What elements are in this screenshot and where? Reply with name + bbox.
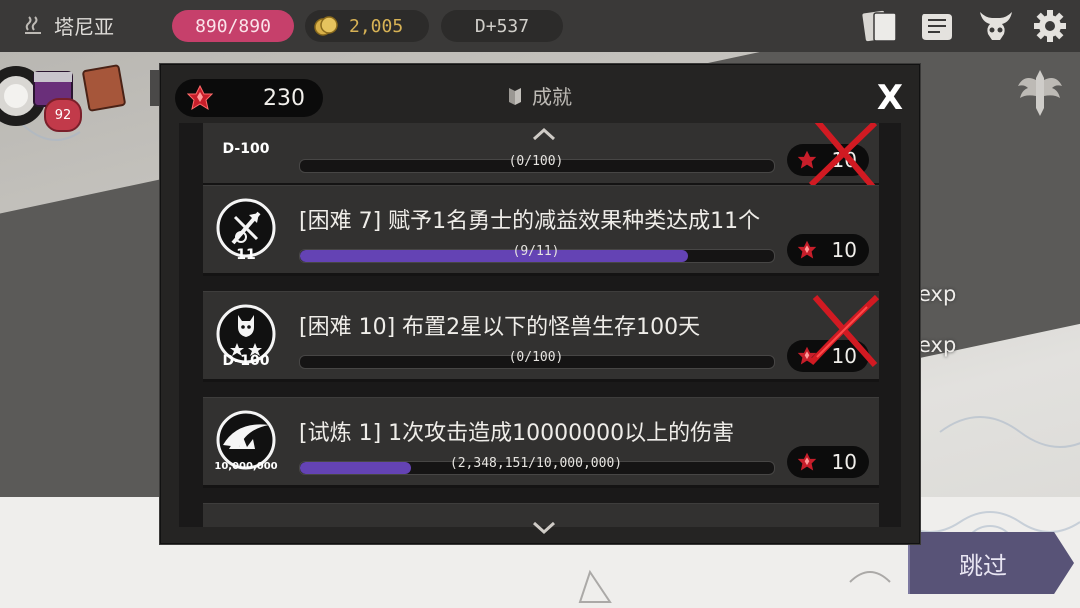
- progress-text: (2,348,151/10,000,000): [449, 456, 623, 471]
- gem-balance: 230: [175, 79, 323, 117]
- day-value: D+537: [474, 15, 530, 37]
- exp-label: exp: [918, 282, 957, 306]
- spellbook-icon: [82, 64, 126, 112]
- hp-value: 890/890: [195, 15, 271, 37]
- achievement-card[interactable]: 10,000,000 [试炼 1] 1次攻击造成10000000以上的伤害 (2…: [203, 397, 879, 488]
- gem-count: 230: [263, 85, 305, 111]
- cards-icon[interactable]: [860, 8, 900, 44]
- level-badge: 92: [44, 98, 82, 132]
- red-gem-icon: [187, 85, 213, 111]
- gold-display: 2,005: [305, 10, 429, 42]
- left-icon-cluster[interactable]: [0, 58, 180, 138]
- location-indicator: 塔尼亚: [20, 11, 114, 40]
- red-gem-icon: [797, 240, 817, 259]
- achievement-card[interactable]: 11 [困难 7] 赋予1名勇士的减益效果种类达成11个 (9/11) 10: [203, 185, 879, 276]
- progress-text: (9/11): [512, 244, 560, 259]
- reward-value: 10: [831, 238, 857, 262]
- progress-text: (0/100): [508, 154, 564, 169]
- top-status-bar: 塔尼亚 890/890 2,005 D+537: [0, 0, 1080, 52]
- reward-value: 10: [831, 450, 857, 474]
- progress-text: (0/100): [508, 350, 564, 365]
- badge-label: D-100: [222, 353, 270, 369]
- close-button[interactable]: X: [873, 81, 907, 115]
- map-scroll-icon[interactable]: [918, 8, 958, 44]
- scroll-up-chevron-icon[interactable]: [531, 127, 557, 141]
- gold-coin-icon: [314, 16, 338, 36]
- level-value: 92: [54, 107, 72, 123]
- badge-label: 10,000,000: [214, 461, 278, 472]
- achievement-task: [试炼 1] 1次攻击造成10000000以上的伤害: [299, 421, 735, 446]
- gear-icon[interactable]: [1030, 8, 1070, 44]
- achievements-modal: 230 成就 X D-100 (0/100) 10 11 [困难 7] 赋予1名…: [160, 64, 920, 544]
- winged-sword-emblem-icon[interactable]: [1014, 66, 1066, 120]
- achievement-list[interactable]: D-100 (0/100) 10 11 [困难 7] 赋予1名勇士的减益效果种类…: [179, 123, 901, 527]
- badge-label: D-100: [222, 141, 270, 157]
- demon-skull-icon[interactable]: [976, 8, 1016, 44]
- reward-pill: 10: [787, 446, 869, 478]
- failed-cross-mark: [808, 294, 879, 367]
- location-name: 塔尼亚: [54, 15, 114, 39]
- reward-pill: 10: [787, 234, 869, 266]
- achievement-task: [困难 10] 布置2星以下的怪兽生存100天: [299, 315, 701, 340]
- hp-display: 890/890: [172, 10, 294, 42]
- exp-label: exp: [918, 333, 957, 357]
- badge-label: 11: [236, 247, 256, 263]
- achievement-book-icon: [509, 87, 521, 105]
- gold-value: 2,005: [349, 15, 404, 37]
- failed-cross-mark: [808, 123, 878, 189]
- scroll-down-chevron-icon[interactable]: [531, 521, 557, 535]
- achievement-card[interactable]: D-100 [困难 10] 布置2星以下的怪兽生存100天 (0/100) 10: [203, 291, 879, 382]
- skip-button-label: 跳过: [959, 551, 1007, 580]
- modal-title-text: 成就: [532, 85, 572, 109]
- modal-title: 成就: [506, 81, 572, 110]
- steam-icon: [25, 15, 41, 34]
- red-gem-icon: [797, 452, 817, 471]
- day-display: D+537: [441, 10, 563, 42]
- achievement-task: [困难 7] 赋予1名勇士的减益效果种类达成11个: [299, 209, 761, 234]
- skip-button[interactable]: 跳过: [908, 532, 1074, 594]
